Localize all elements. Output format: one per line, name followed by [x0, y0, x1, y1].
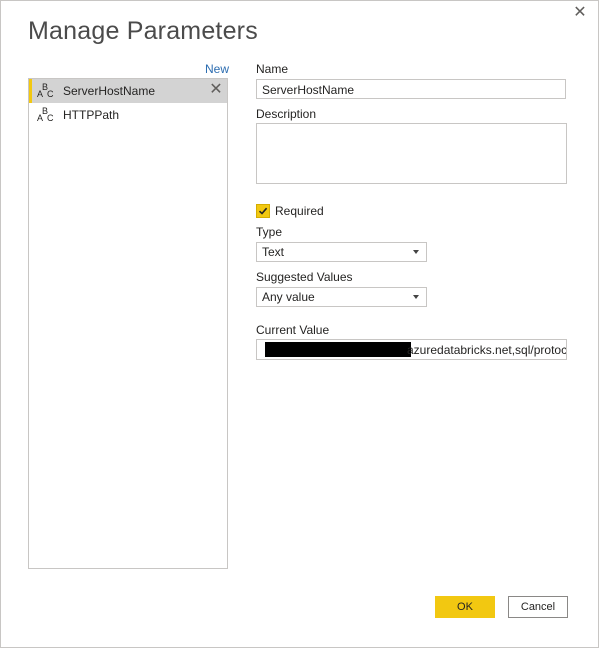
suggested-values-select-value: Any value	[262, 290, 315, 304]
abc-text-type-icon: A B C	[37, 106, 54, 123]
type-select[interactable]: Text	[256, 242, 427, 262]
manage-parameters-dialog: ✕ Manage Parameters New A B C ServerHost…	[0, 0, 599, 648]
name-label: Name	[256, 62, 289, 76]
parameter-item-label: HTTPPath	[63, 108, 120, 122]
dialog-title: Manage Parameters	[28, 17, 258, 45]
parameter-item-httppath[interactable]: A B C HTTPPath	[29, 103, 227, 127]
suggested-values-label: Suggested Values	[256, 270, 353, 284]
ok-button[interactable]: OK	[435, 596, 495, 618]
type-label: Type	[256, 225, 283, 239]
type-select-value: Text	[262, 245, 285, 259]
current-value-text: azuredatabricks.net,sql/protoc	[407, 343, 567, 357]
new-parameter-link[interactable]: New	[205, 62, 229, 76]
parameter-item-serverhostname[interactable]: A B C ServerHostName ✕	[29, 79, 227, 103]
checkmark-icon	[258, 207, 268, 215]
description-label: Description	[256, 107, 317, 121]
suggested-values-select[interactable]: Any value	[256, 287, 427, 307]
name-input[interactable]: ServerHostName	[256, 79, 566, 99]
required-checkbox-row[interactable]: Required	[256, 204, 324, 218]
parameter-item-label: ServerHostName	[63, 84, 156, 98]
current-value-label: Current Value	[256, 323, 330, 337]
remove-parameter-icon[interactable]: ✕	[209, 82, 223, 98]
chevron-down-icon	[413, 250, 419, 254]
abc-text-type-icon: A B C	[37, 82, 54, 99]
parameter-list: A B C ServerHostName ✕ A B C HTTPPath	[28, 78, 228, 569]
description-textarea[interactable]	[256, 123, 567, 184]
redaction-bar	[265, 342, 411, 357]
required-checkbox[interactable]	[256, 204, 270, 218]
required-label: Required	[275, 204, 324, 218]
current-value-input[interactable]: azuredatabricks.net,sql/protoc	[256, 339, 567, 360]
cancel-button[interactable]: Cancel	[508, 596, 568, 618]
close-icon[interactable]: ✕	[572, 5, 588, 21]
chevron-down-icon	[413, 295, 419, 299]
